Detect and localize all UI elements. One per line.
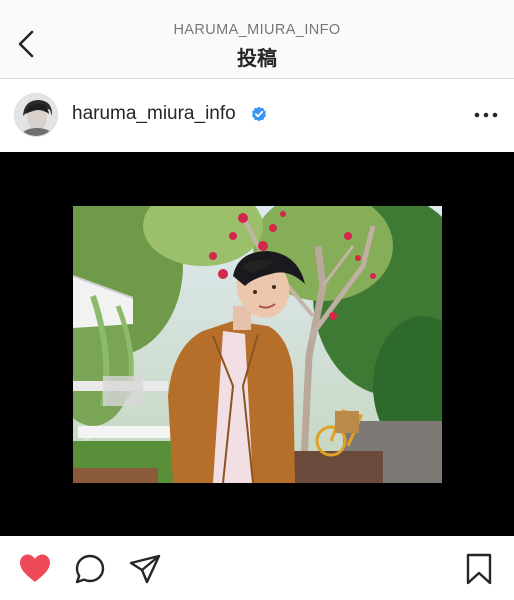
ellipsis-icon bbox=[474, 112, 498, 118]
post-photo bbox=[73, 206, 442, 483]
photo-illustration bbox=[73, 206, 442, 483]
comment-icon bbox=[75, 554, 105, 584]
post-username[interactable]: haruma_miura_info bbox=[72, 103, 236, 125]
bookmark-icon bbox=[466, 553, 492, 585]
post-media[interactable] bbox=[0, 152, 514, 536]
page-title: 投稿 bbox=[237, 46, 277, 70]
share-button[interactable] bbox=[127, 551, 163, 587]
verified-badge-icon bbox=[252, 106, 266, 122]
avatar-image bbox=[15, 94, 57, 136]
top-navigation-bar: HARUMA_MIURA_INFO 投稿 bbox=[0, 0, 514, 79]
heart-filled-icon bbox=[20, 554, 50, 582]
paper-plane-icon bbox=[129, 554, 161, 584]
like-button[interactable] bbox=[17, 551, 53, 587]
avatar[interactable] bbox=[14, 93, 58, 137]
account-name-header: HARUMA_MIURA_INFO bbox=[173, 22, 341, 38]
comment-button[interactable] bbox=[72, 551, 108, 587]
post-header: haruma_miura_info bbox=[0, 79, 514, 151]
more-options-button[interactable] bbox=[472, 107, 500, 123]
verified-badge bbox=[251, 106, 267, 122]
post-action-bar bbox=[0, 537, 514, 600]
header-title-block: HARUMA_MIURA_INFO 投稿 bbox=[0, 0, 514, 71]
save-button[interactable] bbox=[461, 551, 497, 587]
